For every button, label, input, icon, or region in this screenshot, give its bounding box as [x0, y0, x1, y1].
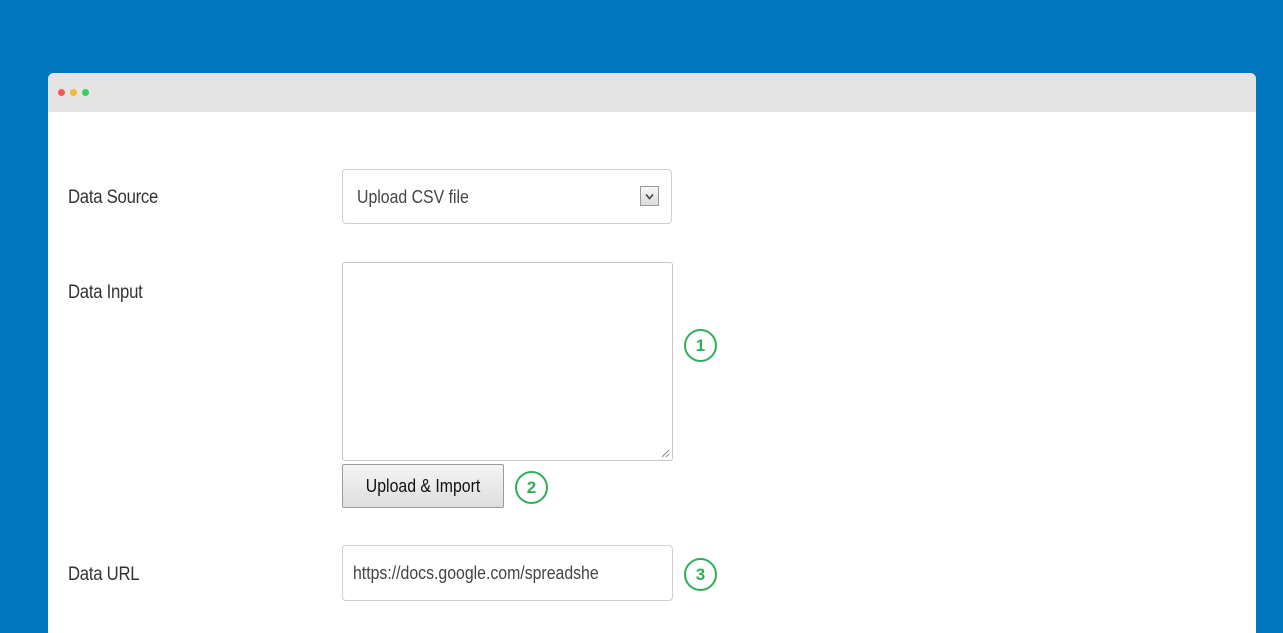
- app-window: Data Source Upload CSV file Data Input 1…: [48, 73, 1256, 633]
- close-dot-icon[interactable]: [58, 89, 65, 96]
- data-source-selected-value: Upload CSV file: [357, 187, 469, 207]
- maximize-dot-icon[interactable]: [82, 89, 89, 96]
- resize-grip-icon[interactable]: [661, 449, 670, 458]
- data-url-input[interactable]: https://docs.google.com/spreadshe: [342, 545, 673, 601]
- step-2-badge: 2: [515, 471, 548, 504]
- window-titlebar: [48, 73, 1256, 112]
- data-input-label: Data Input: [68, 282, 143, 303]
- data-source-label: Data Source: [68, 187, 159, 208]
- upload-import-button[interactable]: Upload & Import: [342, 464, 504, 508]
- upload-import-button-label: Upload & Import: [365, 475, 481, 496]
- minimize-dot-icon[interactable]: [70, 89, 77, 96]
- step-3-badge: 3: [684, 558, 717, 591]
- data-input-textarea[interactable]: [342, 262, 673, 461]
- data-url-label: Data URL: [68, 564, 140, 585]
- data-url-value: https://docs.google.com/spreadshe: [353, 563, 599, 583]
- data-source-select[interactable]: Upload CSV file: [342, 169, 672, 224]
- step-1-badge: 1: [684, 329, 717, 362]
- chevron-down-icon[interactable]: [640, 186, 659, 206]
